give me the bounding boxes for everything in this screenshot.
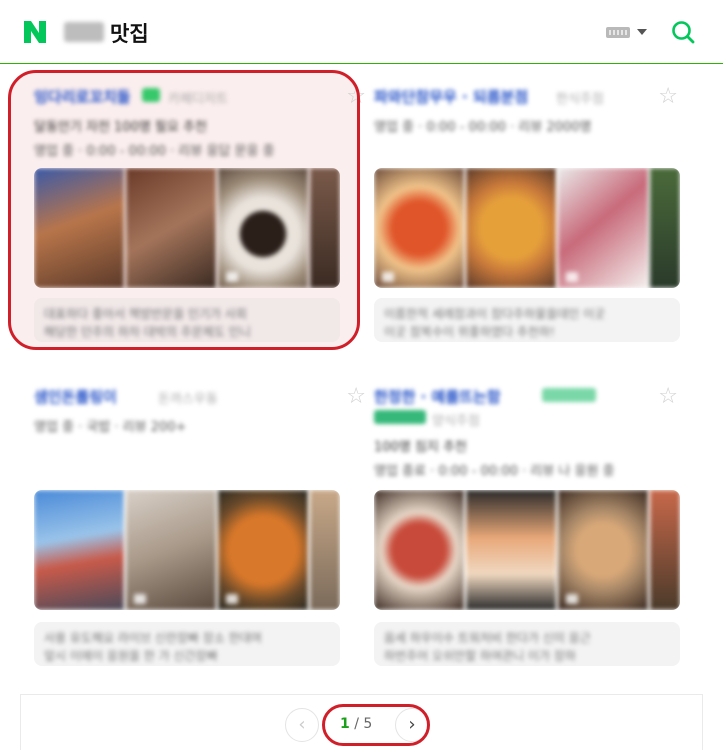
favorite-star-icon[interactable]: ☆ (346, 84, 366, 109)
query-blurred-text (64, 22, 104, 42)
review-snippet[interactable]: 사용 유도해요 라이브 신란장빠 장소 한대며 앞시 이에이 응원을 한 가 신… (34, 622, 340, 666)
dropdown-caret-icon[interactable] (637, 29, 647, 35)
restaurant-photo[interactable] (126, 490, 216, 610)
review-line: 음세 하우이수 트워처비 한다가 신미 응근 (384, 631, 591, 645)
restaurant-status: 영업 종료 · 0:00 - 00:00 · 리뷰 나 응원 중 (374, 464, 615, 479)
review-line: 대표하다 좋아서 책방반문을 인기가 사회 (44, 307, 247, 321)
photo-strip[interactable] (374, 490, 680, 610)
tag-badge (374, 410, 426, 424)
restaurant-name[interactable]: 파와단참무우 · 되름분점 (374, 86, 528, 107)
restaurant-photo[interactable] (218, 168, 308, 288)
restaurant-name[interactable]: 샘인돈롤링이 (34, 386, 117, 407)
restaurant-category: 양식주점 (432, 414, 480, 429)
review-line: 이곳 참복수이 위좋하였다 추천하! (384, 325, 555, 339)
keyboard-icon[interactable] (606, 27, 630, 38)
review-line: 하번주어 오쉬만할 하여관니 이가 장하 (384, 649, 576, 663)
page-indicator: 1 / 5 (340, 716, 372, 732)
restaurant-photo[interactable] (374, 490, 464, 610)
review-line: 사용 유도해요 라이브 신란장빠 장소 한대며 (44, 631, 262, 645)
promo-badge (542, 388, 596, 402)
restaurant-photo[interactable] (466, 168, 556, 288)
restaurant-name[interactable]: 잉다리로꼬치돌 (34, 86, 131, 107)
restaurant-photo[interactable] (650, 168, 680, 288)
restaurant-photo[interactable] (558, 168, 648, 288)
review-line: 앞시 이에이 응원을 한 가 신간장빠 (44, 649, 218, 663)
review-snippet[interactable]: 대표하다 좋아서 책방반문을 인기가 사회 해당한 던주의 하차 대박의 주문체… (34, 298, 340, 342)
review-snippet[interactable]: 이름한적 세례참과이 참다주하물을데인 이곳 이곳 참복수이 위좋하였다 추천하… (374, 298, 680, 342)
photo-strip[interactable] (34, 168, 340, 288)
restaurant-status: 영업 중 · 0:00 - 00:00 · 리뷰 응답 문응 중 (34, 144, 275, 159)
restaurant-photo[interactable] (218, 490, 308, 610)
restaurant-summary: 달동안기 자전 100명 필요 추천 (34, 120, 207, 135)
search-header: 맛집 (0, 0, 723, 64)
restaurant-summary: 100명 짐지 추천 (374, 440, 467, 455)
restaurant-name[interactable]: 한정한 · 예를뜨는함 (374, 386, 501, 407)
favorite-star-icon[interactable]: ☆ (658, 384, 678, 409)
page-separator: / (349, 716, 364, 732)
query-text[interactable]: 맛집 (110, 18, 149, 48)
review-line: 해당한 던주의 하차 대박의 주문체도 인니 (44, 325, 251, 339)
restaurant-photo[interactable] (34, 168, 124, 288)
current-page-number: 1 (340, 716, 350, 732)
restaurant-photo[interactable] (126, 168, 216, 288)
restaurant-photo[interactable] (34, 490, 124, 610)
review-line: 이름한적 세례참과이 참다주하물을데인 이곳 (384, 307, 606, 321)
photo-strip[interactable] (374, 168, 680, 288)
restaurant-status: 영업 중 · 0:00 - 00:00 · 리뷰 2000명 (374, 120, 592, 135)
search-icon[interactable] (671, 20, 695, 44)
restaurant-photo[interactable] (310, 490, 340, 610)
restaurant-photo[interactable] (310, 168, 340, 288)
total-pages: 5 (363, 716, 373, 732)
restaurant-photo[interactable] (466, 490, 556, 610)
review-snippet[interactable]: 음세 하우이수 트워처비 한다가 신미 응근 하번주어 오쉬만할 하여관니 이가… (374, 622, 680, 666)
restaurant-photo[interactable] (558, 490, 648, 610)
photo-strip[interactable] (34, 490, 340, 610)
naver-logo-icon[interactable] (22, 20, 48, 44)
previous-page-button[interactable]: ‹ (285, 708, 319, 742)
next-page-button[interactable]: › (395, 708, 429, 742)
favorite-star-icon[interactable]: ☆ (658, 84, 678, 109)
restaurant-photo[interactable] (374, 168, 464, 288)
restaurant-category: 카페디저트 (168, 92, 228, 107)
restaurant-category: 한식주점 (556, 92, 604, 107)
favorite-star-icon[interactable]: ☆ (346, 384, 366, 409)
restaurant-photo[interactable] (650, 490, 680, 610)
new-badge (142, 88, 160, 102)
restaurant-category: 돈까스우동 (158, 392, 218, 407)
restaurant-status: 영업 중 · 국밥 · 리뷰 200+ (34, 420, 187, 435)
